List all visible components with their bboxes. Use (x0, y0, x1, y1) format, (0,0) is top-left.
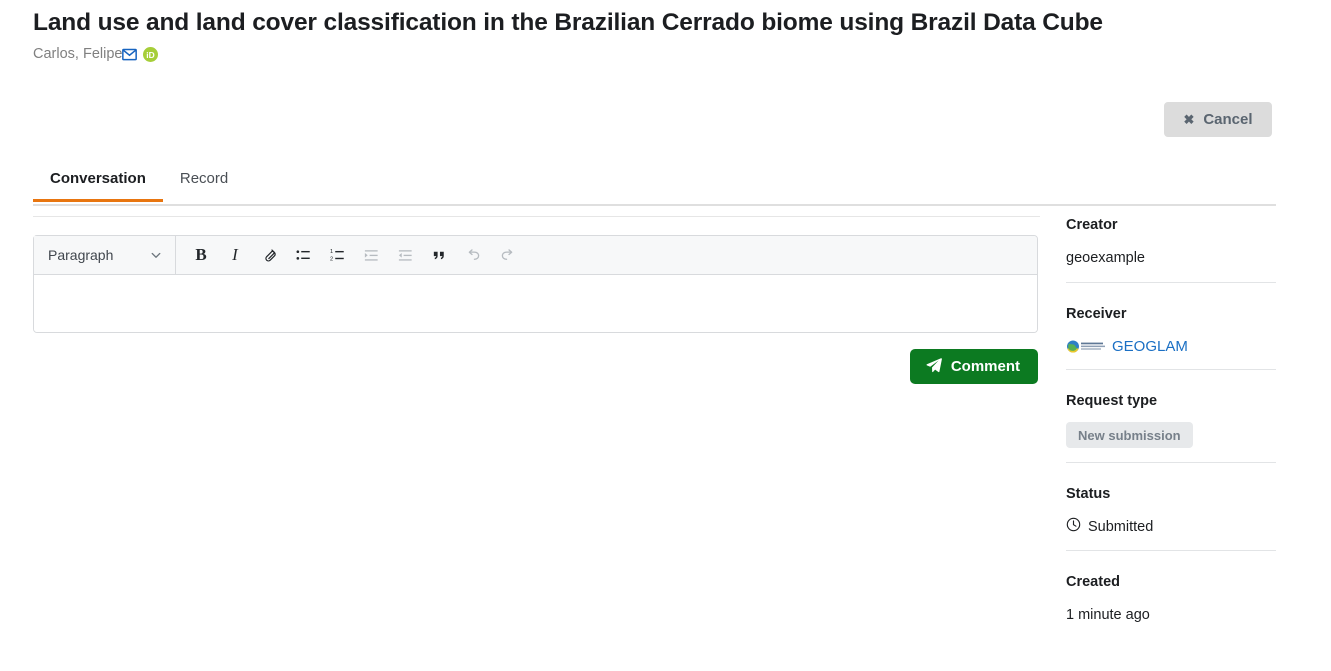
tab-conversation-label: Conversation (50, 170, 146, 187)
comment-input[interactable] (34, 275, 1037, 332)
redo-icon[interactable] (490, 238, 524, 272)
comment-action-row: Comment (33, 349, 1038, 384)
indent-icon[interactable] (388, 238, 422, 272)
send-paper-plane-icon (926, 357, 942, 377)
outdent-icon[interactable] (354, 238, 388, 272)
block-format-select[interactable]: Paragraph (34, 236, 176, 274)
undo-icon[interactable] (456, 238, 490, 272)
sidebar-section-request-type: Request type New submission (1066, 392, 1276, 464)
bold-glyph: B (195, 245, 207, 264)
bold-icon[interactable]: B (184, 238, 218, 272)
numbered-list-icon[interactable]: 1 2 (320, 238, 354, 272)
chevron-down-icon (150, 249, 162, 261)
conversation-panel: Paragraph B I 1 2 Comment (33, 204, 1040, 384)
creator-label: Creator (1066, 217, 1118, 233)
request-type-badge: New submission (1066, 422, 1193, 449)
created-value: 1 minute ago (1066, 607, 1150, 624)
receiver-link[interactable]: GEOGLAM (1112, 338, 1188, 355)
blockquote-icon[interactable] (422, 238, 456, 272)
creator-value: geoexample (1066, 249, 1145, 266)
editor-toolbar: Paragraph B I 1 2 (34, 236, 1037, 275)
editor-tool-group: B I 1 2 (176, 238, 524, 272)
svg-text:1: 1 (329, 249, 332, 255)
sidebar-section-creator: Creator geoexample (1066, 216, 1276, 283)
record-sidebar: Creator geoexample Receiver GEOGLAM Requ… (1066, 216, 1276, 661)
tab-record[interactable]: Record (163, 168, 245, 199)
status-label: Status (1066, 486, 1111, 503)
comment-editor: Paragraph B I 1 2 (33, 235, 1038, 333)
created-label: Created (1066, 574, 1120, 591)
block-format-value: Paragraph (48, 247, 114, 263)
page-title: Land use and land cover classification i… (33, 9, 1103, 36)
italic-glyph: I (232, 245, 238, 264)
bulleted-list-icon[interactable] (286, 238, 320, 272)
close-x-icon: ✖ (1183, 112, 1195, 127)
author-line: Carlos, Felipe iD (33, 45, 1283, 62)
link-icon[interactable] (252, 238, 286, 272)
italic-icon[interactable]: I (218, 238, 252, 272)
comment-button[interactable]: Comment (909, 349, 1038, 384)
tab-conversation[interactable]: Conversation (33, 168, 163, 202)
sidebar-section-status: Status Submitted (1066, 485, 1276, 552)
request-type-label: Request type (1066, 392, 1158, 409)
geoglam-globe-logo-icon (1066, 339, 1106, 354)
comment-button-label: Comment (950, 358, 1020, 375)
svg-text:iD: iD (147, 50, 155, 60)
tab-bar: Conversation Record (33, 168, 1276, 206)
receiver-row: GEOGLAM (1066, 338, 1276, 355)
sidebar-section-created: Created 1 minute ago (1066, 573, 1276, 639)
clock-icon (1066, 517, 1081, 536)
status-value: Submitted (1088, 518, 1154, 535)
cancel-button-label: Cancel (1203, 111, 1253, 128)
receiver-label: Receiver (1066, 305, 1127, 322)
status-badge: Submitted (1066, 517, 1276, 536)
orcid-icon[interactable]: iD (143, 46, 159, 62)
panel-divider (33, 216, 1040, 217)
cancel-button[interactable]: ✖ Cancel (1164, 102, 1272, 137)
author-name: Carlos, Felipe (33, 45, 123, 62)
envelope-icon[interactable] (122, 47, 138, 62)
svg-text:2: 2 (329, 256, 332, 262)
page-header: Land use and land cover classification i… (33, 8, 1283, 62)
sidebar-section-receiver: Receiver GEOGLAM (1066, 305, 1276, 370)
tab-record-label: Record (179, 170, 229, 187)
